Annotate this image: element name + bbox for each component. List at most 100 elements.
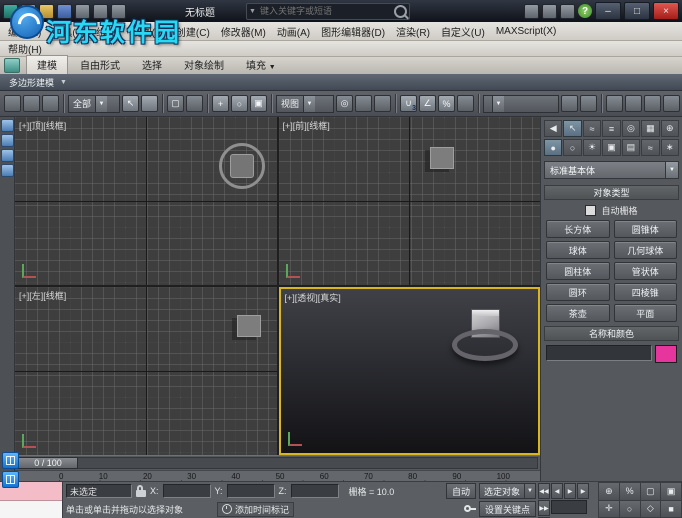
spinner-snap-icon[interactable] (457, 95, 474, 112)
current-frame-field[interactable] (551, 500, 587, 514)
tab-modify-icon[interactable]: ≈ (582, 120, 602, 137)
name-color-rollout-header[interactable]: 名称和颜色 (544, 326, 679, 341)
viewport-front-label[interactable]: [+][前][线框] (283, 119, 330, 132)
panel-collapse-icon[interactable]: ◀ (544, 120, 563, 137)
pyramid-button[interactable]: 四棱锥 (613, 283, 677, 301)
maximize-button[interactable]: □ (624, 2, 650, 20)
select-link-icon[interactable] (4, 95, 21, 112)
select-by-name-icon[interactable] (141, 95, 158, 112)
select-scale-icon[interactable]: ▣ (250, 95, 267, 112)
y-coordinate-field[interactable] (226, 484, 275, 498)
listener-script-line[interactable] (0, 501, 62, 518)
signin-icon[interactable] (524, 3, 539, 19)
viewport-top[interactable]: [+][顶][线框] (15, 117, 277, 286)
scene-object-left-view[interactable] (236, 315, 261, 338)
menu-maxscript[interactable]: MAXScript(X) (496, 26, 557, 37)
minimize-button[interactable]: – (595, 2, 621, 20)
set-key-icon[interactable] (463, 503, 476, 515)
tab-modeling[interactable]: 建模 (26, 55, 68, 74)
lock-selection-icon[interactable] (136, 485, 146, 497)
orbit-icon[interactable]: ○ (619, 500, 640, 517)
tab-hierarchy-icon[interactable]: ≡ (602, 120, 621, 137)
mirror-icon[interactable] (561, 95, 578, 112)
window-crossing-icon[interactable] (186, 95, 203, 112)
torus-button[interactable]: 圆环 (546, 283, 610, 301)
go-to-end-icon[interactable]: ▶▶ (538, 500, 550, 516)
community-icon[interactable] (542, 3, 557, 19)
help-icon[interactable]: ? (578, 4, 592, 18)
x-coordinate-field[interactable] (162, 484, 211, 498)
menu-customize[interactable]: 自定义(U) (441, 24, 485, 39)
viewport-left-label[interactable]: [+][左][线框] (19, 289, 66, 302)
tab-display-icon[interactable]: ▦ (641, 120, 660, 137)
viewport-front[interactable]: [+][前][线框] (278, 117, 540, 286)
panel-expand-icon[interactable]: ▼ (60, 79, 67, 86)
tab-populate[interactable]: 填充 ▼ (236, 56, 286, 74)
category-helpers-icon[interactable]: ▤ (621, 139, 641, 156)
bind-to-spacewarp-icon[interactable] (42, 95, 59, 112)
curve-editor-icon[interactable] (644, 95, 661, 112)
maximize-viewport-toggle-icon[interactable]: ■ (661, 500, 681, 517)
search-input[interactable] (257, 5, 392, 17)
select-object-icon[interactable]: ↖ (122, 95, 139, 112)
menu-modifiers[interactable]: 修改器(M) (221, 24, 266, 39)
category-cameras-icon[interactable]: ▣ (602, 139, 621, 156)
viewport-top-label[interactable]: [+][顶][线框] (19, 119, 66, 132)
geosphere-button[interactable]: 几何球体 (613, 241, 677, 259)
set-key-button[interactable]: 设置关键点 (478, 501, 536, 517)
autogrid-checkbox[interactable] (585, 205, 597, 216)
teapot-button[interactable]: 茶壶 (546, 304, 610, 322)
category-shapes-icon[interactable]: ○ (563, 139, 582, 156)
graphite-ribbon-toggle-icon[interactable] (625, 95, 642, 112)
go-to-start-icon[interactable]: ◀◀ (538, 483, 550, 499)
cylinder-button[interactable]: 圆柱体 (546, 262, 610, 280)
scene-object-front-view[interactable] (430, 147, 454, 169)
menu-help[interactable]: 帮助(H) (8, 41, 42, 56)
rectangular-region-icon[interactable]: ▢ (167, 95, 184, 112)
search-dropdown-icon[interactable]: ▼ (249, 8, 256, 15)
select-manipulate-icon[interactable] (355, 95, 372, 112)
ribbon-icon[interactable] (4, 58, 20, 73)
viewport-perspective-label[interactable]: [+][透视][真实] (285, 291, 341, 304)
select-move-icon[interactable]: + (212, 95, 229, 112)
auto-key-button[interactable]: 自动 (445, 483, 476, 499)
tab-object-paint[interactable]: 对象绘制 (174, 56, 234, 74)
zoom-all-icon[interactable]: % (619, 483, 640, 500)
layer-manager-icon[interactable] (606, 95, 623, 112)
zoom-icon[interactable]: ⊕ (599, 483, 619, 500)
object-type-rollout-header[interactable]: 对象类型 (544, 185, 679, 200)
primitive-category-dropdown[interactable]: 标准基本体 ▼ (544, 161, 679, 179)
favorites-star-icon[interactable] (560, 3, 575, 19)
search-icon[interactable] (394, 4, 407, 18)
left-tool-icon-2[interactable] (0, 134, 14, 147)
tab-freeform[interactable]: 自由形式 (70, 56, 130, 74)
snap-toggle-3d-icon[interactable]: ∪ 3 (400, 95, 417, 112)
cone-button[interactable]: 圆锥体 (613, 220, 677, 238)
left-tool-icon-3[interactable] (0, 149, 14, 162)
named-selection-sets-dropdown[interactable]: ▼ (483, 94, 559, 113)
box-button[interactable]: 长方体 (546, 220, 610, 238)
tab-motion-icon[interactable]: ◎ (621, 120, 641, 137)
left-tool-icon-1[interactable] (0, 119, 14, 132)
key-mode-dropdown[interactable]: 选定对象 ▼ (478, 483, 536, 499)
zoom-extents-all-icon[interactable]: ▣ (661, 483, 681, 500)
category-geometry-icon[interactable]: ● (544, 139, 563, 156)
zoom-region-icon[interactable]: ◇ (640, 500, 661, 517)
schematic-view-icon[interactable] (663, 95, 680, 112)
menu-animation[interactable]: 动画(A) (277, 24, 310, 39)
object-color-swatch[interactable] (655, 345, 677, 363)
previous-frame-icon[interactable]: ◀ (551, 483, 563, 499)
left-tool-icon-4[interactable] (0, 164, 14, 177)
category-lights-icon[interactable]: ☀ (582, 139, 602, 156)
scene-object-top-view[interactable] (218, 143, 265, 189)
add-time-tag-button[interactable]: 添加时间标记 (217, 501, 295, 517)
percent-snap-icon[interactable]: % (438, 95, 455, 112)
angle-snap-icon[interactable]: ∠ (419, 95, 436, 112)
pan-view-icon[interactable]: ✛ (599, 500, 619, 517)
time-slider-handle[interactable]: 0 / 100 (18, 457, 78, 470)
object-name-field[interactable] (546, 345, 652, 361)
unlink-selection-icon[interactable] (23, 95, 40, 112)
viewport-perspective-active[interactable]: [+][透视][真实] (278, 287, 540, 456)
selection-filter-dropdown[interactable]: 全部 ▼ (68, 94, 120, 113)
select-rotate-icon[interactable]: ○ (231, 95, 248, 112)
